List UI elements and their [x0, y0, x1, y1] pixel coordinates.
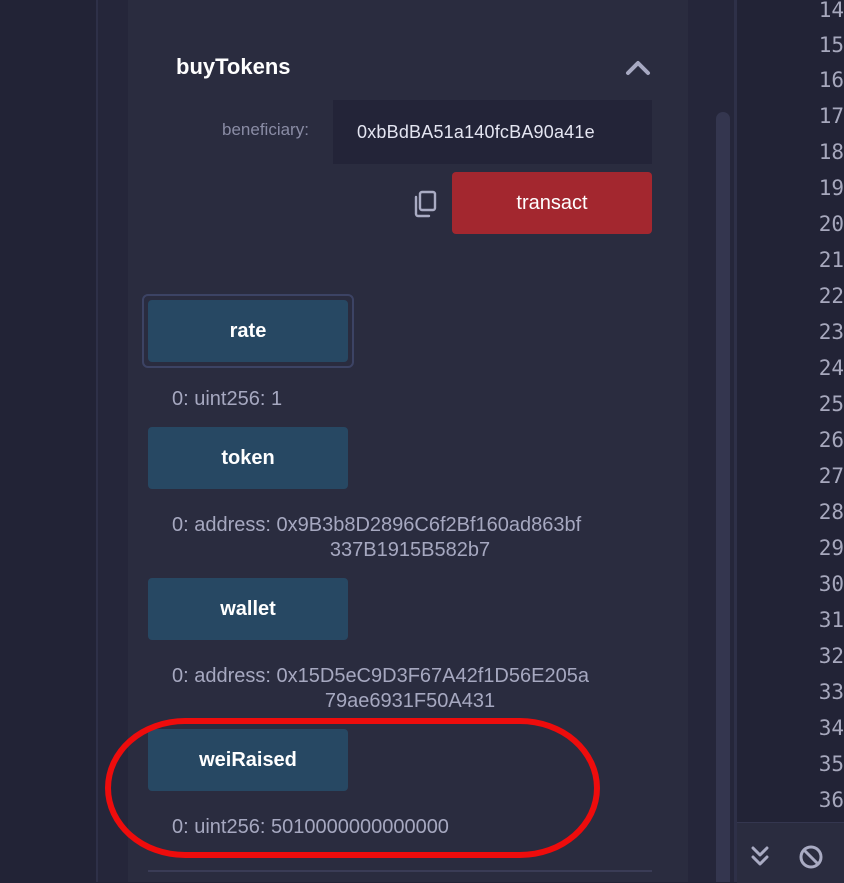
token-button[interactable]: token — [148, 427, 348, 489]
double-chevron-down-icon[interactable] — [751, 845, 769, 867]
left-sidebar — [0, 0, 96, 882]
code-editor-gutter: 14 15 16 17 18 19 20 21 22 23 24 25 26 2… — [737, 0, 844, 822]
token-output-line1: 0: address: 0x9B3b8D2896C6f2Bf160ad863bf — [172, 514, 582, 536]
line-number: 19 — [818, 176, 844, 200]
transact-button[interactable]: transact — [452, 172, 652, 234]
beneficiary-input[interactable] — [333, 100, 652, 164]
line-number: 20 — [818, 212, 844, 236]
line-number: 31 — [818, 608, 844, 632]
line-number: 33 — [818, 680, 844, 704]
wallet-button[interactable]: wallet — [148, 578, 348, 640]
terminal-toolbar — [737, 822, 844, 883]
line-number: 35 — [818, 752, 844, 776]
line-number: 22 — [818, 284, 844, 308]
line-number: 36 — [818, 788, 844, 812]
token-output-line2: 337B1915B582b7 — [329, 539, 491, 561]
line-number: 32 — [818, 644, 844, 668]
line-number: 18 — [818, 140, 844, 164]
highlight-annotation — [105, 718, 600, 858]
line-number: 27 — [818, 464, 844, 488]
line-number: 25 — [818, 392, 844, 416]
line-number: 21 — [818, 248, 844, 272]
line-number: 28 — [818, 500, 844, 524]
beneficiary-label: beneficiary: — [222, 120, 309, 139]
copy-icon[interactable] — [412, 190, 438, 218]
function-title: buyTokens — [176, 54, 291, 79]
panel-scrollbar[interactable] — [716, 112, 730, 882]
line-number: 15 — [818, 33, 844, 57]
line-number: 24 — [818, 356, 844, 380]
section-divider — [148, 870, 652, 872]
line-number: 17 — [818, 104, 844, 128]
rate-button[interactable]: rate — [148, 300, 348, 362]
line-number: 16 — [818, 68, 844, 92]
line-number: 26 — [818, 428, 844, 452]
line-number: 29 — [818, 536, 844, 560]
rate-output: 0: uint256: 1 — [172, 388, 283, 410]
line-number: 23 — [818, 320, 844, 344]
ban-icon[interactable] — [799, 845, 823, 869]
chevron-up-icon[interactable] — [624, 56, 652, 80]
line-number: 30 — [818, 572, 844, 596]
line-number: 34 — [818, 716, 844, 740]
wallet-output-line1: 0: address: 0x15D5eC9D3F67A42f1D56E205a — [172, 665, 589, 687]
wallet-output-line2: 79ae6931F50A431 — [324, 690, 496, 712]
line-number: 14 — [818, 0, 844, 22]
